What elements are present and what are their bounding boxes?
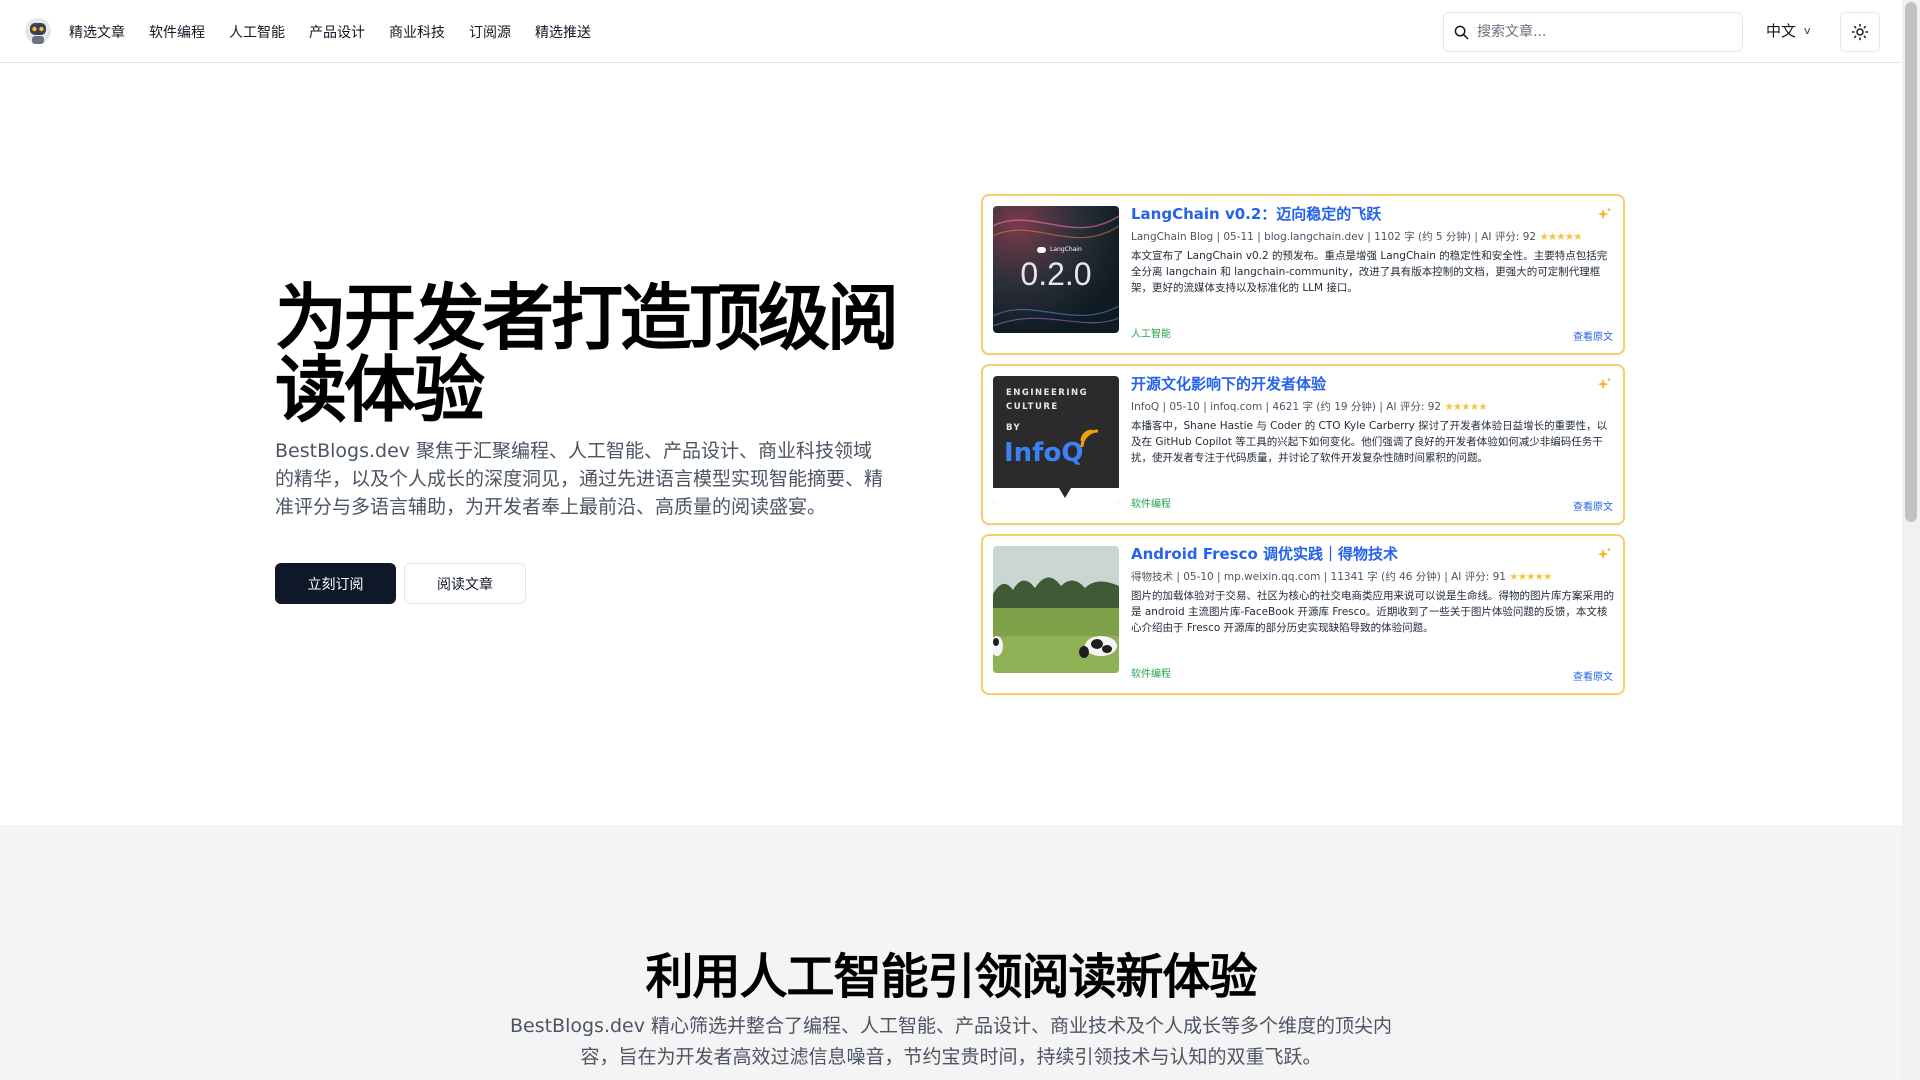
nav-item-programming[interactable]: 软件编程: [149, 22, 205, 42]
view-original-link[interactable]: 查看原文: [1573, 498, 1613, 513]
article-body: Android Fresco 调优实践｜得物技术 得物技术 | 05-10 | …: [1131, 544, 1615, 636]
nav-item-product-design[interactable]: 产品设计: [309, 22, 365, 42]
search-input[interactable]: [1477, 24, 1717, 40]
language-select[interactable]: 中文 v: [1766, 20, 1811, 41]
rating-stars: ★★★★★: [1509, 571, 1552, 583]
top-navbar: 精选文章 软件编程 人工智能 产品设计 商业科技 订阅源 精选推送 中文 v: [0, 0, 1902, 63]
site-logo-icon[interactable]: [24, 17, 52, 47]
thumb-brand-label: LangChain: [1050, 246, 1082, 253]
nav-item-ai[interactable]: 人工智能: [229, 22, 285, 42]
article-meta: 得物技术 | 05-10 | mp.weixin.qq.com | 11341 …: [1131, 570, 1615, 584]
article-card[interactable]: LangChain 0.2.0 LangChain v0.2：迈向稳定的飞跃 L…: [981, 194, 1625, 355]
thumb-brand-label: InfoQ: [1004, 438, 1084, 468]
article-body: LangChain v0.2：迈向稳定的飞跃 LangChain Blog | …: [1131, 204, 1615, 296]
thumb-bottom-band: [993, 488, 1119, 503]
sparkle-icon: [1597, 207, 1612, 220]
article-thumbnail: [993, 546, 1119, 673]
article-category-tag[interactable]: 软件编程: [1131, 495, 1171, 510]
article-body: 开源文化影响下的开发者体验 InfoQ | 05-10 | infoq.com …: [1131, 374, 1615, 466]
hero-title: 为开发者打造顶级阅读体验: [275, 276, 899, 432]
nav-item-business-tech[interactable]: 商业科技: [389, 22, 445, 42]
read-articles-button[interactable]: 阅读文章: [404, 563, 526, 604]
thumb-text-line: CULTURE: [1006, 402, 1059, 412]
sparkle-icon: [1597, 547, 1612, 560]
article-meta-text: 得物技术 | 05-10 | mp.weixin.qq.com | 11341 …: [1131, 571, 1506, 583]
thumb-text-line: ENGINEERING: [1006, 388, 1089, 398]
article-category-tag[interactable]: 人工智能: [1131, 325, 1171, 340]
article-summary: 本播客中，Shane Hastie 与 Coder 的 CTO Kyle Car…: [1131, 420, 1608, 464]
main-nav: 精选文章 软件编程 人工智能 产品设计 商业科技 订阅源 精选推送: [69, 0, 615, 63]
article-title[interactable]: Android Fresco 调优实践｜得物技术: [1131, 544, 1615, 564]
search-icon: [1454, 25, 1469, 39]
article-summary: 图片的加载体验对于交易、社区为核心的社交电商类应用来说可以说是生命线。得物的图片…: [1131, 590, 1614, 634]
article-thumbnail: ENGINEERING CULTURE BY InfoQ: [993, 376, 1119, 503]
article-meta: InfoQ | 05-10 | infoq.com | 4621 字 (约 19…: [1131, 400, 1615, 414]
rating-stars: ★★★★★: [1444, 401, 1487, 413]
theme-toggle-button[interactable]: [1840, 12, 1880, 52]
sparkle-icon: [1597, 377, 1612, 390]
nav-item-newsletter[interactable]: 精选推送: [535, 22, 591, 42]
subscribe-button[interactable]: 立刻订阅: [275, 563, 396, 604]
article-title[interactable]: 开源文化影响下的开发者体验: [1131, 374, 1615, 394]
article-thumbnail: LangChain 0.2.0: [993, 206, 1119, 333]
search-box[interactable]: [1443, 12, 1743, 52]
thumb-speech-tail: [1059, 488, 1071, 498]
cows-pasture-image: [993, 546, 1119, 673]
chevron-down-icon: v: [1804, 24, 1811, 37]
features-section: 利用人工智能引领阅读新体验 BestBlogs.dev 精心筛选并整合了编程、人…: [0, 825, 1902, 1080]
article-meta: LangChain Blog | 05-11 | blog.langchain.…: [1131, 230, 1615, 244]
article-title[interactable]: LangChain v0.2：迈向稳定的飞跃: [1131, 204, 1615, 224]
page-scrollbar[interactable]: [1902, 0, 1920, 1080]
article-summary: 本文宣布了 LangChain v0.2 的预发布。重点是增强 LangChai…: [1131, 250, 1608, 294]
article-meta-text: InfoQ | 05-10 | infoq.com | 4621 字 (约 19…: [1131, 401, 1442, 413]
thumb-text-line: BY: [1006, 423, 1022, 433]
article-card[interactable]: ENGINEERING CULTURE BY InfoQ 开源文化影响下的开发者…: [981, 364, 1625, 525]
nav-item-featured[interactable]: 精选文章: [69, 22, 125, 42]
article-meta-text: LangChain Blog | 05-11 | blog.langchain.…: [1131, 231, 1537, 243]
thumb-version-label: 0.2.0: [1020, 256, 1092, 292]
view-original-link[interactable]: 查看原文: [1573, 328, 1613, 343]
view-original-link[interactable]: 查看原文: [1573, 668, 1613, 683]
nav-item-feeds[interactable]: 订阅源: [469, 22, 511, 42]
signal-icon: [1080, 429, 1099, 448]
scrollbar-thumb[interactable]: [1905, 2, 1917, 522]
features-title: 利用人工智能引领阅读新体验: [645, 949, 1257, 1005]
article-category-tag[interactable]: 软件编程: [1131, 665, 1171, 680]
language-label: 中文: [1766, 22, 1797, 40]
rating-stars: ★★★★★: [1539, 231, 1582, 243]
article-card[interactable]: Android Fresco 调优实践｜得物技术 得物技术 | 05-10 | …: [981, 534, 1625, 695]
sun-icon: [1851, 23, 1869, 41]
features-description: BestBlogs.dev 精心筛选并整合了编程、人工智能、产品设计、商业技术及…: [509, 1015, 1393, 1068]
hero-description: BestBlogs.dev 聚焦于汇聚编程、人工智能、产品设计、商业科技领域的精…: [275, 440, 884, 518]
